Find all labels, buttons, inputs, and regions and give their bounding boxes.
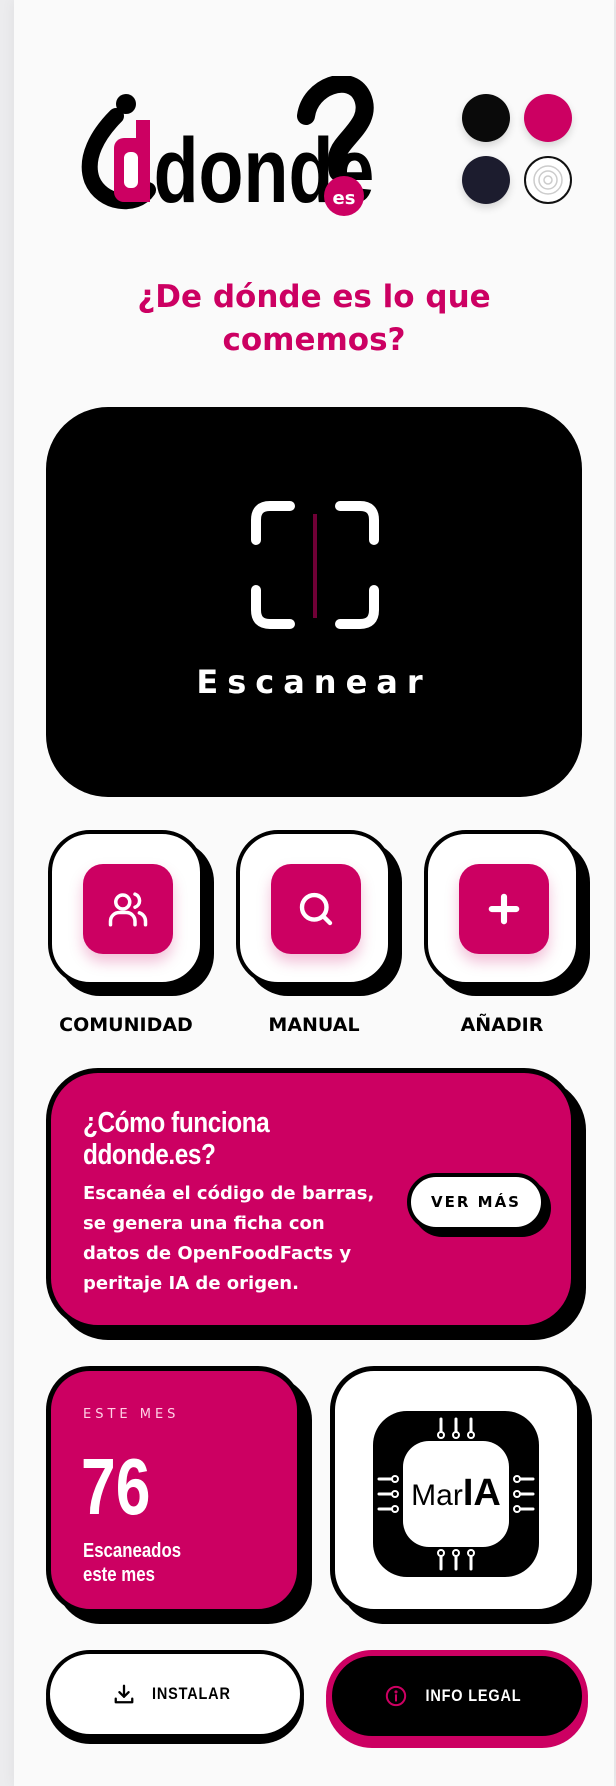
search-icon: [299, 892, 333, 926]
how-it-works-text: Escanéa el código de barras, se genera u…: [83, 1183, 375, 1294]
stats-period-tag: ESTE MES: [83, 1407, 180, 1422]
users-icon: [108, 892, 148, 927]
add-card: [424, 830, 580, 986]
maria-ai-button[interactable]: MarIA: [330, 1366, 582, 1614]
app-screen: donde es ¿De dónde es lo que comemos? Es…: [14, 0, 614, 1786]
add-label: AÑADIR: [460, 1014, 544, 1036]
download-icon: [114, 1684, 134, 1704]
theme-black-swatch[interactable]: [462, 94, 510, 142]
contrast-rings-icon: [533, 165, 563, 195]
add-product-button[interactable]: AÑADIR: [424, 830, 580, 1036]
community-icon-tile: [83, 864, 173, 954]
scan-button[interactable]: Escanear: [46, 407, 582, 797]
manual-card: [236, 830, 392, 986]
header: donde es: [14, 0, 614, 260]
stats-count: 76: [81, 1442, 151, 1531]
svg-text:MarIA: MarIA: [411, 1472, 501, 1514]
stats-description: Escaneados este mes: [83, 1540, 182, 1586]
manual-label: MANUAL: [268, 1014, 360, 1036]
scan-label: Escanear: [196, 663, 432, 701]
community-card: [48, 830, 204, 986]
chip-icon: MarIA: [373, 1411, 539, 1577]
monthly-stats-card: ESTE MES 76 Escaneados este mes: [46, 1366, 302, 1614]
theme-switcher: [462, 94, 592, 224]
how-it-works-title: ¿Cómo funciona ddonde.es?: [83, 1107, 270, 1171]
manual-icon-tile: [271, 864, 361, 954]
theme-white-swatch[interactable]: [524, 156, 572, 204]
theme-pink-swatch[interactable]: [524, 94, 572, 142]
community-label: COMUNIDAD: [59, 1014, 193, 1036]
theme-navy-swatch[interactable]: [462, 156, 510, 204]
svg-text:es: es: [333, 188, 356, 209]
info-icon: [385, 1685, 406, 1707]
page-tagline: ¿De dónde es lo que comemos?: [137, 279, 491, 358]
install-label: INSTALAR: [151, 1684, 231, 1703]
barcode-scan-icon: [251, 501, 379, 629]
legal-info-button[interactable]: INFO LEGAL: [326, 1650, 588, 1742]
legal-label: INFO LEGAL: [424, 1686, 521, 1705]
ddonde-logo[interactable]: donde es: [80, 76, 420, 246]
manual-search-button[interactable]: MANUAL: [236, 830, 392, 1036]
how-it-works-card: ¿Cómo funciona ddonde.es? Escanéa el cód…: [46, 1068, 576, 1330]
add-icon-tile: [459, 864, 549, 954]
community-button[interactable]: COMUNIDAD: [48, 830, 204, 1036]
install-button[interactable]: INSTALAR: [46, 1650, 304, 1738]
ver-mas-button[interactable]: VER MÁS: [407, 1173, 545, 1231]
plus-icon: [488, 893, 520, 925]
